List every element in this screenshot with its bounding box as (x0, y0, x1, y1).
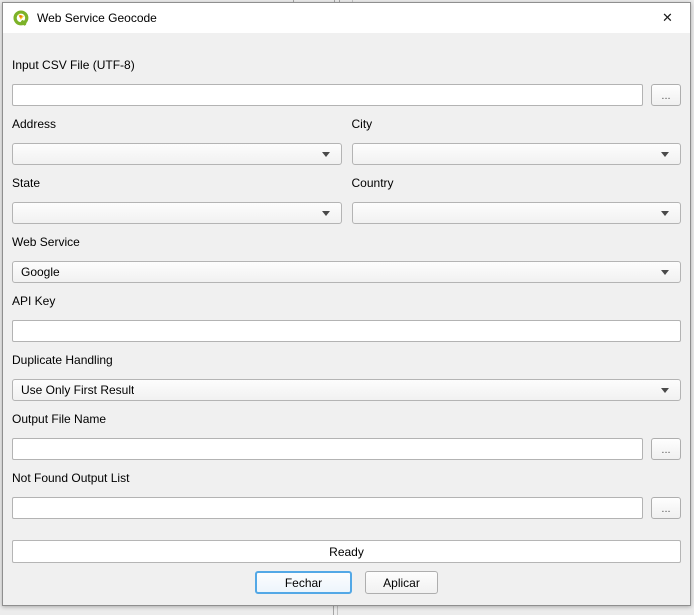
chevron-down-icon (661, 270, 669, 275)
chevron-down-icon (661, 388, 669, 393)
api-key-label: API Key (12, 294, 681, 310)
input-csv-input[interactable] (12, 84, 643, 106)
duplicate-handling-combobox-value: Use Only First Result (21, 383, 134, 397)
status-text: Ready (329, 545, 364, 559)
background-divider (337, 606, 338, 615)
chevron-down-icon (322, 152, 330, 157)
country-label: Country (352, 176, 682, 192)
close-icon[interactable]: ✕ (645, 3, 690, 33)
titlebar[interactable]: Web Service Geocode ✕ (3, 3, 690, 33)
not-found-input[interactable] (12, 497, 643, 519)
not-found-browse-button[interactable]: ... (651, 497, 681, 519)
output-file-input[interactable] (12, 438, 643, 460)
state-combobox[interactable] (12, 202, 342, 224)
qgis-logo-icon (13, 10, 30, 27)
not-found-label: Not Found Output List (12, 471, 681, 487)
input-csv-browse-button[interactable]: ... (651, 84, 681, 106)
city-label: City (352, 117, 682, 133)
desktop-background: Web Service Geocode ✕ Input CSV File (UT… (0, 0, 694, 615)
api-key-input[interactable] (12, 320, 681, 342)
web-service-label: Web Service (12, 235, 681, 251)
input-csv-section: Input CSV File (UTF-8) ... (12, 58, 681, 106)
output-file-label: Output File Name (12, 412, 681, 428)
status-bar: Ready (12, 540, 681, 563)
duplicate-handling-section: Duplicate Handling Use Only First Result (12, 353, 681, 401)
chevron-down-icon (661, 152, 669, 157)
not-found-section: Not Found Output List ... (12, 471, 681, 519)
address-combobox[interactable] (12, 143, 342, 165)
duplicate-handling-combobox[interactable]: Use Only First Result (12, 379, 681, 401)
window-title: Web Service Geocode (37, 11, 157, 25)
country-combobox[interactable] (352, 202, 682, 224)
api-key-section: API Key (12, 294, 681, 342)
dialog-button-row: Fechar Aplicar (12, 571, 681, 594)
state-country-section: State Country (12, 176, 681, 224)
address-city-section: Address City (12, 117, 681, 165)
output-file-section: Output File Name ... (12, 412, 681, 460)
web-service-geocode-dialog: Web Service Geocode ✕ Input CSV File (UT… (2, 2, 691, 606)
chevron-down-icon (661, 211, 669, 216)
state-label: State (12, 176, 342, 192)
city-combobox[interactable] (352, 143, 682, 165)
web-service-combobox[interactable]: Google (12, 261, 681, 283)
background-divider (333, 606, 334, 615)
aplicar-button[interactable]: Aplicar (365, 571, 438, 594)
output-file-browse-button[interactable]: ... (651, 438, 681, 460)
web-service-combobox-value: Google (21, 265, 60, 279)
dialog-body: Input CSV File (UTF-8) ... Address City (3, 33, 690, 594)
duplicate-handling-label: Duplicate Handling (12, 353, 681, 369)
chevron-down-icon (322, 211, 330, 216)
fechar-button[interactable]: Fechar (255, 571, 352, 594)
web-service-section: Web Service Google (12, 235, 681, 283)
input-csv-label: Input CSV File (UTF-8) (12, 58, 681, 74)
address-label: Address (12, 117, 342, 133)
